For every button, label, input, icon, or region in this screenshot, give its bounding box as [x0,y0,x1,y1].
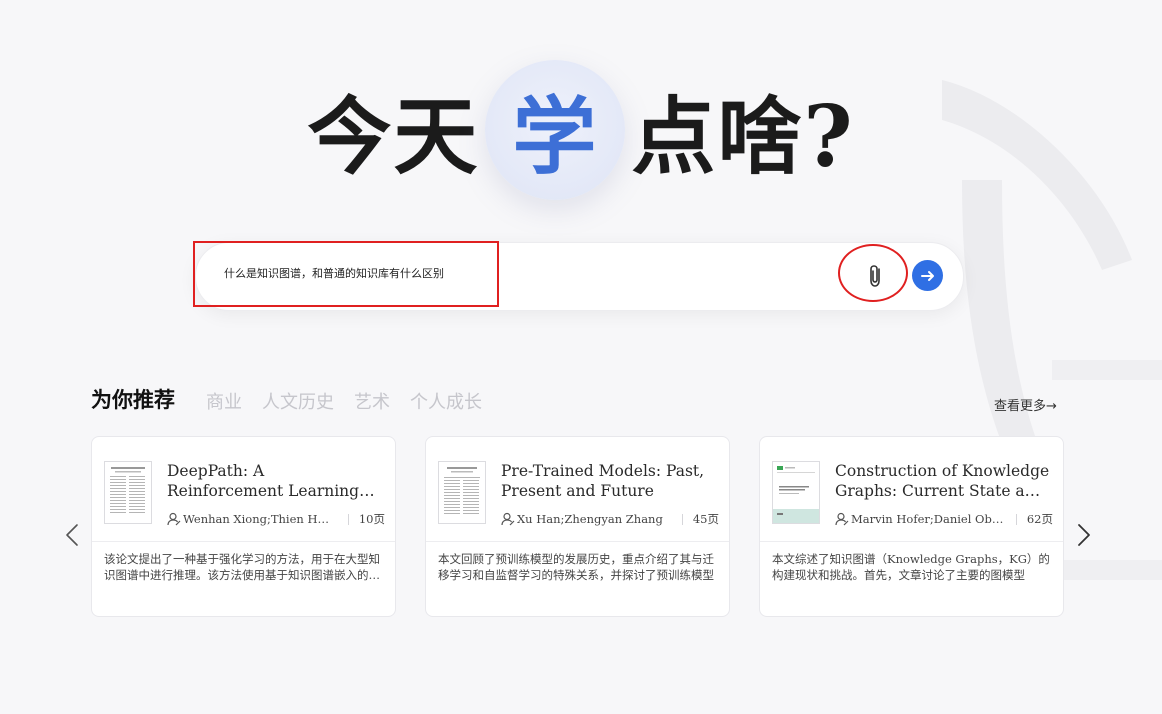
paper-meta: Marvin Hofer;Daniel Obraczka 62页 [835,510,1053,528]
carousel-prev-button[interactable] [62,520,82,550]
tab-business[interactable]: 商业 [206,388,242,414]
hero-prefix: 今天 [307,86,480,186]
paper-title: Pre-Trained Models: Past, Present and Fu… [501,462,705,500]
paper-pages: 10页 [358,512,385,526]
tab-personal-growth[interactable]: 个人成长 [410,388,482,414]
paperclip-icon [870,265,880,287]
category-tabs: 商业 人文历史 艺术 个人成长 [206,388,482,414]
author-icon [835,512,849,526]
meta-divider [681,513,683,525]
attach-button[interactable] [858,258,894,294]
card-divider [92,541,395,542]
hero-highlight: 学 [512,86,599,186]
paper-summary: 本文回顾了预训练模型的发展历史，重点介绍了其与迁移学习和自监督学习的特殊关系，并… [438,552,714,582]
paper-card[interactable]: DeepPath: A Reinforcement Learning Metho… [91,436,396,617]
paper-card[interactable]: Construction of Knowledge Graphs: Curren… [759,436,1064,617]
paper-summary: 本文综述了知识图谱（Knowledge Graphs，KG）的构建现状和挑战。首… [772,552,1050,582]
search-input[interactable]: 什么是知识图谱，和普通的知识库有什么区别 [224,265,444,281]
search-box[interactable]: 什么是知识图谱，和普通的知识库有什么区别 [195,242,964,311]
paper-summary: 该论文提出了一种基于强化学习的方法，用于在大型知识图谱中进行推理。该方法使用基于… [104,552,380,582]
meta-divider [347,513,349,525]
view-more-link[interactable]: 查看更多→ [994,395,1057,414]
card-divider [760,541,1063,542]
paper-meta: Wenhan Xiong;Thien Huu Nguyen 10页 [167,510,385,528]
arrow-right-icon [920,270,934,281]
paper-pages: 62页 [1026,512,1053,526]
recommend-title: 为你推荐 [91,387,175,412]
paper-thumbnail [772,461,820,524]
tab-art[interactable]: 艺术 [354,388,390,414]
hero-highlight-badge: 学 [485,60,626,200]
chevron-right-icon [1078,524,1090,546]
paper-thumbnail [104,461,152,524]
paper-authors: Marvin Hofer;Daniel Obraczka [851,512,1004,526]
hero-heading: 今天 学 点啥? [0,60,1162,210]
paper-meta: Xu Han;Zhengyan Zhang 45页 [501,510,719,528]
paper-thumbnail [438,461,486,524]
author-icon [501,512,515,526]
paper-pages: 45页 [692,512,719,526]
author-icon [167,512,181,526]
hero-suffix: 点啥? [631,86,855,186]
chevron-left-icon [66,524,78,546]
paper-authors: Wenhan Xiong;Thien Huu Nguyen [183,512,336,526]
meta-divider [1015,513,1017,525]
paper-title: DeepPath: A Reinforcement Learning Metho… [167,462,360,500]
carousel-next-button[interactable] [1074,520,1094,550]
paper-title: Construction of Knowledge Graphs: Curren… [835,462,1050,500]
tab-humanities-history[interactable]: 人文历史 [262,388,334,414]
paper-card[interactable]: Pre-Trained Models: Past, Present and Fu… [425,436,730,617]
card-divider [426,541,729,542]
paper-authors: Xu Han;Zhengyan Zhang [517,512,663,526]
send-button[interactable] [912,260,943,291]
